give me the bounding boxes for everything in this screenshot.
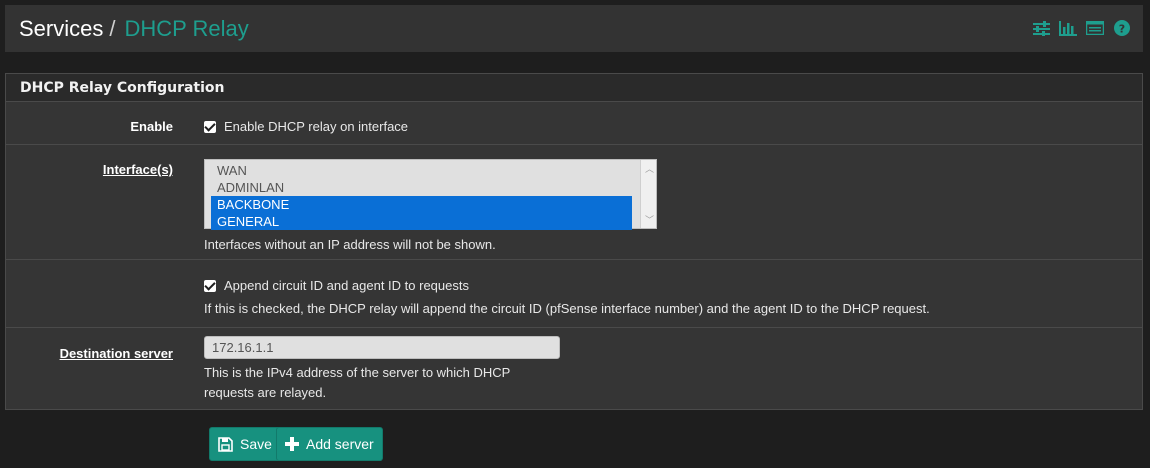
- scroll-down-icon[interactable]: ﹀: [645, 213, 654, 226]
- interfaces-help: Interfaces without an IP address will no…: [204, 237, 496, 252]
- breadcrumb-separator: /: [109, 15, 116, 41]
- destination-help-line2: requests are relayed.: [204, 385, 327, 400]
- interface-option-adminlan[interactable]: ADMINLAN: [211, 179, 632, 196]
- dhcp-relay-config-panel: DHCP Relay Configuration Enable Enable D…: [5, 73, 1143, 410]
- help-icon[interactable]: ?: [1113, 19, 1131, 37]
- interface-option-general[interactable]: GENERAL: [211, 213, 632, 230]
- scroll-up-icon[interactable]: ︿: [645, 162, 654, 175]
- enable-row: Enable Enable DHCP relay on interface: [6, 102, 1142, 145]
- agent-option-field: Append circuit ID and agent ID to reques…: [204, 277, 930, 319]
- destination-field: 172.16.1.1 This is the IPv4 address of t…: [204, 336, 560, 403]
- panel-title: DHCP Relay Configuration: [6, 74, 1142, 102]
- agent-option-help: If this is checked, the DHCP relay will …: [204, 301, 930, 316]
- plus-icon: [285, 437, 299, 451]
- interfaces-scrollbar[interactable]: ︿ ﹀: [640, 160, 656, 228]
- agent-option-checkbox[interactable]: [204, 279, 216, 292]
- interface-option-backbone[interactable]: BACKBONE: [211, 196, 632, 213]
- save-button[interactable]: Save: [209, 427, 281, 461]
- sliders-icon[interactable]: [1032, 19, 1050, 37]
- agent-option-row: Append circuit ID and agent ID to reques…: [6, 260, 1142, 328]
- page-title[interactable]: DHCP Relay: [124, 16, 248, 42]
- interfaces-row: Interface(s) WAN ADMINLAN BACKBONE GENER…: [6, 145, 1142, 260]
- interface-option-wan[interactable]: WAN: [211, 162, 632, 179]
- breadcrumb-icon-group: ?: [1032, 19, 1131, 37]
- breadcrumb: Services / DHCP Relay ?: [5, 5, 1143, 52]
- destination-label[interactable]: Destination server: [60, 346, 173, 361]
- svg-text:?: ?: [1119, 23, 1125, 36]
- bar-chart-icon[interactable]: [1059, 19, 1077, 37]
- enable-checkbox[interactable]: [204, 120, 216, 133]
- add-server-button[interactable]: Add server: [276, 427, 383, 461]
- add-server-button-label: Add server: [306, 436, 374, 452]
- interfaces-field: WAN ADMINLAN BACKBONE GENERAL ︿ ﹀ Interf…: [204, 159, 657, 255]
- save-icon: [218, 436, 233, 452]
- enable-field: Enable DHCP relay on interface: [204, 118, 408, 136]
- destination-row: Destination server 172.16.1.1 This is th…: [6, 328, 1142, 410]
- destination-help-line1: This is the IPv4 address of the server t…: [204, 365, 511, 380]
- destination-server-input[interactable]: 172.16.1.1: [204, 336, 560, 359]
- interfaces-label[interactable]: Interface(s): [103, 162, 173, 177]
- agent-option-checkbox-label[interactable]: Append circuit ID and agent ID to reques…: [224, 278, 469, 293]
- enable-checkbox-label[interactable]: Enable DHCP relay on interface: [224, 119, 408, 134]
- list-icon[interactable]: [1086, 19, 1104, 37]
- interfaces-multiselect[interactable]: WAN ADMINLAN BACKBONE GENERAL ︿ ﹀: [204, 159, 657, 230]
- breadcrumb-services[interactable]: Services: [19, 16, 103, 42]
- enable-label: Enable: [130, 119, 173, 134]
- save-button-label: Save: [240, 436, 272, 452]
